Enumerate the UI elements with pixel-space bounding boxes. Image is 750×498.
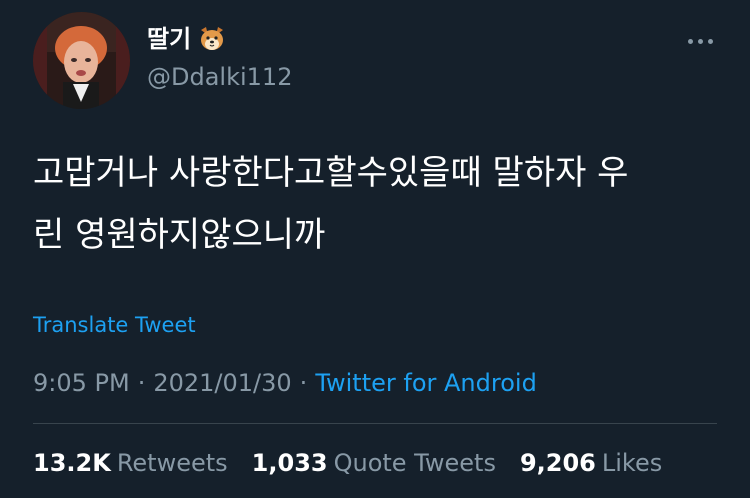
quote-tweets-stat[interactable]: 1,033 Quote Tweets: [252, 446, 496, 480]
more-horizontal-icon-dot: [707, 38, 713, 44]
quote-tweets-count: 1,033: [251, 449, 328, 477]
author-name-row[interactable]: 딸기: [147, 24, 227, 54]
tweet-stats: 13.2K Retweets 1,033 Quote Tweets 9,206 Lik…: [33, 446, 662, 480]
tweet-date[interactable]: 2021/01/30: [153, 369, 291, 397]
tweet-text: 고맙거나 사랑한다고할수있을때 말하자 우 린 영원하지않으니까: [33, 153, 629, 255]
avatar[interactable]: [33, 12, 130, 109]
more-horizontal-icon-dot: [697, 38, 703, 44]
likes-count: 9,206: [519, 449, 596, 477]
tweet-detail: 딸기 @Ddalki112 고맙거나 사랑한다고할수있을때 말하자 우 린 영원…: [0, 0, 750, 498]
likes-stat[interactable]: 9,206 Likes: [520, 446, 662, 480]
meta-separator: ·: [137, 369, 146, 397]
quote-tweets-label: Quote Tweets: [333, 449, 496, 477]
tweet-time[interactable]: 9:05 PM: [33, 369, 130, 397]
likes-label: Likes: [601, 449, 663, 477]
dog-face-icon: [201, 27, 224, 50]
retweets-count: 13.2K: [33, 449, 111, 477]
meta-separator: ·: [299, 369, 308, 397]
tweet-source-link[interactable]: Twitter for Android: [315, 369, 536, 397]
translate-tweet-link[interactable]: Translate Tweet: [33, 310, 196, 340]
tweet-meta: 9:05 PM · 2021/01/30 · Twitter for Android: [33, 366, 537, 400]
more-options-button[interactable]: [680, 30, 720, 52]
display-name[interactable]: 딸기: [147, 24, 191, 54]
divider: [33, 423, 717, 424]
author-handle[interactable]: @Ddalki112: [147, 62, 292, 92]
more-horizontal-icon: [687, 38, 693, 44]
retweets-label: Retweets: [116, 449, 228, 477]
avatar-image: [33, 12, 130, 109]
retweets-stat[interactable]: 13.2K Retweets: [33, 446, 228, 480]
